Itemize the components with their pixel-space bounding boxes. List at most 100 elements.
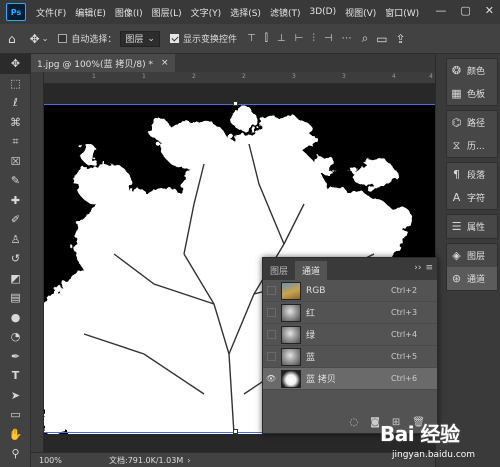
dock-group-paths: ⌬ 路径 ⧖ 历... bbox=[446, 110, 498, 158]
menu-layer[interactable]: 图层(L) bbox=[152, 6, 182, 19]
channel-thumbnail bbox=[281, 347, 301, 366]
visibility-toggle[interactable] bbox=[263, 308, 279, 317]
eyedropper-tool-icon[interactable]: ✎ bbox=[0, 171, 31, 191]
chevron-down-icon[interactable]: ⌄ bbox=[42, 34, 49, 43]
quick-select-tool-icon[interactable]: ⌘ bbox=[0, 113, 31, 133]
dock-item-paragraph[interactable]: ¶ 段落 bbox=[447, 163, 497, 186]
dodge-tool-icon[interactable]: ◔ bbox=[0, 327, 31, 347]
dock-item-color[interactable]: ❂ 颜色 bbox=[447, 59, 497, 82]
chevron-right-icon[interactable]: › bbox=[187, 456, 190, 465]
channel-row-blue[interactable]: 蓝 Ctrl+5 bbox=[263, 346, 437, 368]
hand-tool-icon[interactable]: ✋ bbox=[0, 425, 31, 445]
transform-handle-bottom[interactable] bbox=[233, 429, 238, 434]
channel-row-red[interactable]: 红 Ctrl+3 bbox=[263, 302, 437, 324]
type-tool-icon[interactable]: T bbox=[0, 366, 31, 386]
align-vcenter-icon[interactable]: ⫿ bbox=[265, 33, 268, 44]
align-right-icon[interactable]: ⊣ bbox=[324, 33, 333, 44]
menu-image[interactable]: 图像(I) bbox=[115, 6, 143, 19]
align-bottom-icon[interactable]: ⊥ bbox=[277, 33, 286, 44]
dock-item-history[interactable]: ⧖ 历... bbox=[447, 134, 497, 157]
move-tool-icon[interactable]: ✥ bbox=[30, 32, 40, 46]
swatches-icon: ▦ bbox=[451, 87, 462, 100]
channel-name: 蓝 bbox=[306, 353, 316, 363]
tab-layers[interactable]: 图层 bbox=[263, 261, 295, 280]
clone-stamp-tool-icon[interactable]: ♙ bbox=[0, 230, 31, 250]
menu-filter[interactable]: 滤镜(T) bbox=[270, 6, 301, 19]
more-icon[interactable]: ⋯ bbox=[342, 33, 352, 44]
channel-row-blue-copy[interactable]: 👁 蓝 拷贝 Ctrl+6 bbox=[263, 368, 437, 390]
visibility-toggle[interactable] bbox=[263, 352, 279, 361]
frame-tool-icon[interactable]: ☒ bbox=[0, 152, 31, 172]
channel-shortcut: Ctrl+2 bbox=[391, 286, 418, 295]
eye-icon[interactable]: 👁 bbox=[263, 374, 279, 383]
transform-handle-top[interactable] bbox=[233, 101, 238, 106]
workspace-icon[interactable]: ▭ bbox=[376, 32, 387, 46]
brush-tool-icon[interactable]: ✐ bbox=[0, 210, 31, 230]
dock-item-properties[interactable]: ☰ 属性 bbox=[447, 215, 497, 238]
home-icon[interactable]: ⌂ bbox=[8, 32, 16, 46]
visibility-toggle[interactable] bbox=[263, 286, 279, 295]
save-selection-icon[interactable]: ◙ bbox=[370, 417, 380, 428]
close-button[interactable]: ✕ bbox=[485, 4, 494, 17]
history-brush-tool-icon[interactable]: ↺ bbox=[0, 249, 31, 269]
eraser-tool-icon[interactable]: ◩ bbox=[0, 269, 31, 289]
crop-tool-icon[interactable]: ⌗ bbox=[0, 132, 31, 152]
dock-item-character[interactable]: A 字符 bbox=[447, 186, 497, 209]
dock-group-type: ¶ 段落 A 字符 bbox=[446, 162, 498, 210]
dock-item-channels[interactable]: ⊛ 通道 bbox=[447, 267, 497, 290]
show-transform-checkbox[interactable]: 显示变换控件 bbox=[169, 32, 237, 45]
zoom-tool-icon[interactable]: ⚲ bbox=[0, 444, 31, 464]
marquee-tool-icon[interactable]: ⬚ bbox=[0, 74, 31, 94]
pen-tool-icon[interactable]: ✒ bbox=[0, 347, 31, 367]
auto-select-label: 自动选择： bbox=[71, 35, 117, 45]
path-select-tool-icon[interactable]: ➤ bbox=[0, 386, 31, 406]
channel-row-rgb[interactable]: RGB Ctrl+2 bbox=[263, 280, 437, 302]
document-tab-bar: 1.jpg @ 100%(蓝 拷贝/8) * × bbox=[31, 54, 435, 72]
align-hcenter-icon[interactable]: ⫶ bbox=[312, 33, 315, 44]
menu-edit[interactable]: 编辑(E) bbox=[75, 6, 106, 19]
visibility-toggle[interactable] bbox=[263, 330, 279, 339]
healing-brush-tool-icon[interactable]: ✚ bbox=[0, 191, 31, 211]
minimize-button[interactable]: — bbox=[435, 4, 446, 17]
load-selection-icon[interactable]: ◌ bbox=[349, 417, 358, 428]
photoshop-logo[interactable]: Ps bbox=[6, 3, 26, 21]
move-tool-icon[interactable]: ✥ bbox=[0, 54, 31, 74]
channel-row-green[interactable]: 绿 Ctrl+4 bbox=[263, 324, 437, 346]
auto-select-dropdown[interactable]: 图层 ⌄ bbox=[120, 30, 160, 47]
auto-select-checkbox[interactable]: 自动选择： bbox=[58, 32, 116, 45]
menu-3d[interactable]: 3D(D) bbox=[309, 7, 336, 17]
channel-thumbnail bbox=[281, 281, 301, 300]
close-tab-icon[interactable]: × bbox=[161, 58, 169, 68]
blur-tool-icon[interactable]: ● bbox=[0, 308, 31, 328]
menu-select[interactable]: 选择(S) bbox=[230, 6, 261, 19]
align-left-icon[interactable]: ⊢ bbox=[295, 33, 304, 44]
document-tab[interactable]: 1.jpg @ 100%(蓝 拷贝/8) * × bbox=[31, 54, 175, 72]
checkbox-box-checked[interactable] bbox=[169, 34, 179, 43]
zoom-level[interactable]: 100% bbox=[39, 456, 79, 465]
gradient-tool-icon[interactable]: ▤ bbox=[0, 288, 31, 308]
panel-menu-icon[interactable]: ≡ bbox=[425, 263, 433, 273]
dock-item-layers[interactable]: ◈ 图层 bbox=[447, 244, 497, 267]
document-info[interactable]: 文档:791.0K/1.03M bbox=[109, 455, 183, 466]
dock-item-swatches[interactable]: ▦ 色板 bbox=[447, 82, 497, 105]
menu-window[interactable]: 窗口(W) bbox=[385, 6, 419, 19]
ruler-label: 1 bbox=[142, 73, 146, 80]
menu-type[interactable]: 文字(Y) bbox=[191, 6, 222, 19]
tab-channels[interactable]: 通道 bbox=[295, 261, 328, 280]
share-icon[interactable]: ⇪ bbox=[396, 32, 406, 46]
collapse-icon[interactable]: ›› bbox=[414, 263, 421, 273]
align-top-icon[interactable]: ⊤ bbox=[247, 33, 256, 44]
channel-shortcut: Ctrl+5 bbox=[391, 352, 418, 361]
dock-item-paths[interactable]: ⌬ 路径 bbox=[447, 111, 497, 134]
ruler-label: 1 bbox=[92, 73, 96, 80]
menu-file[interactable]: 文件(F) bbox=[36, 6, 66, 19]
lasso-tool-icon[interactable]: ℓ bbox=[0, 93, 31, 113]
rectangle-tool-icon[interactable]: ▭ bbox=[0, 405, 31, 425]
show-transform-label: 显示变换控件 bbox=[182, 35, 237, 45]
restore-button[interactable]: ▢ bbox=[460, 4, 470, 17]
checkbox-box[interactable] bbox=[58, 34, 68, 43]
dock-item-label: 段落 bbox=[467, 171, 486, 181]
search-icon[interactable]: ⌕ bbox=[362, 31, 369, 46]
paragraph-icon: ¶ bbox=[453, 168, 460, 181]
menu-view[interactable]: 视图(V) bbox=[345, 6, 376, 19]
